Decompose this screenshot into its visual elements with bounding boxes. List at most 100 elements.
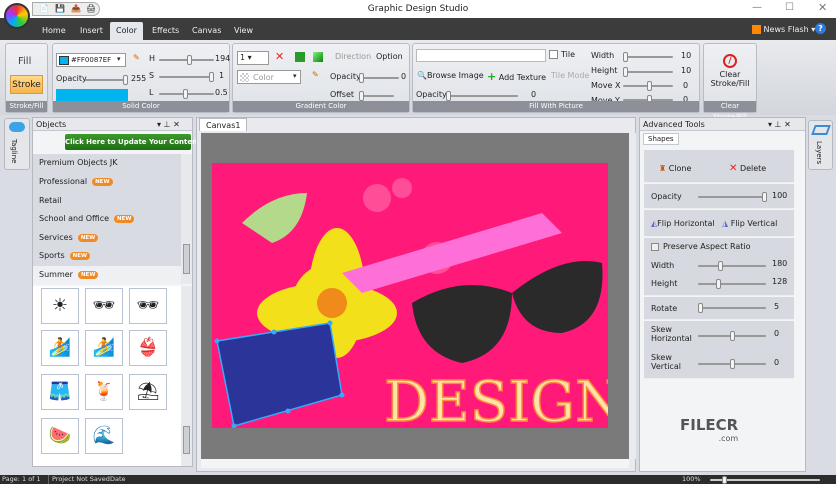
panel-controls[interactable]: ▾ ⊥ ✕ (157, 118, 180, 131)
skew-horizontal-slider[interactable] (698, 331, 766, 341)
vertical-scrollbar[interactable] (629, 133, 636, 459)
news-flash-button[interactable]: News Flash ▾ (752, 25, 815, 34)
new-badge: NEW (77, 233, 99, 242)
flip-horizontal-button[interactable]: ◭Flip Horizontal (651, 219, 715, 228)
thumbnail[interactable]: 🕶 (129, 288, 167, 324)
tile-mode-button[interactable]: Tile Mode (551, 71, 589, 80)
picture-height-slider[interactable] (623, 67, 673, 77)
color-swatch (59, 56, 69, 65)
tab-view[interactable]: View (228, 22, 259, 40)
gradient-stops-select[interactable]: 1 ▾ (237, 51, 269, 65)
tab-effects[interactable]: Effects (146, 22, 185, 40)
clear-stroke-fill-button[interactable]: / Clear Stroke/Fill (704, 54, 756, 88)
flip-vertical-button[interactable]: ◮ Flip Vertical (722, 219, 777, 228)
picture-opacity-slider[interactable] (446, 91, 518, 101)
lightness-slider[interactable] (159, 89, 214, 99)
add-texture-button[interactable]: + Add Texture (487, 70, 546, 83)
tagline-tab[interactable]: Tagline (4, 118, 30, 170)
tab-canvas[interactable]: Canvas (186, 22, 227, 40)
tab-home[interactable]: Home (36, 22, 72, 40)
gradient-icon[interactable] (313, 52, 323, 62)
list-item[interactable]: Retail (39, 196, 62, 205)
thumbnail[interactable]: 🏄 (85, 330, 123, 366)
tab-insert[interactable]: Insert (74, 22, 109, 40)
delete-stop-icon[interactable]: ✕ (275, 50, 284, 63)
list-item[interactable]: Sports NEW (39, 251, 91, 260)
speech-bubbles-icon (9, 122, 25, 132)
tile-checkbox[interactable] (549, 50, 558, 59)
eyedropper-icon[interactable]: ✎ (133, 53, 140, 62)
clone-button[interactable]: ♜ Clone (659, 164, 691, 173)
thumbnail[interactable]: 🍉 (41, 418, 79, 454)
list-item[interactable]: Services NEW (39, 233, 99, 242)
rss-icon (752, 25, 761, 34)
window-title: Graphic Design Studio (367, 4, 469, 14)
picture-opacity-value: 0 (531, 90, 537, 99)
group-label: Solid Color (53, 101, 229, 112)
thumbnail[interactable]: 🕶 (85, 288, 123, 324)
move-x-value: 0 (683, 81, 689, 90)
help-icon[interactable]: ? (815, 23, 826, 34)
delete-button[interactable]: ✕ Delete (729, 163, 766, 174)
color-select[interactable]: #FF0087EF ▾ (56, 53, 126, 67)
width-slider[interactable] (698, 261, 766, 271)
skew-vertical-slider[interactable] (698, 359, 766, 369)
thumbnail[interactable]: 🌊 (85, 418, 123, 454)
thumbnail[interactable]: 🏄 (41, 330, 79, 366)
thumbnail[interactable]: 🍹 (85, 374, 123, 410)
thumbnail[interactable]: 🩳 (41, 374, 79, 410)
eyedropper-icon[interactable]: ✎ (312, 70, 319, 79)
thumbnail[interactable]: ☀ (41, 288, 79, 324)
saturation-slider[interactable] (159, 72, 214, 82)
list-item[interactable]: Professional NEW (39, 177, 113, 186)
design-text: DESIGN (384, 370, 608, 428)
picture-width-slider[interactable] (623, 52, 673, 62)
thumbnail[interactable]: ⛱ (129, 374, 167, 410)
thumbnail[interactable]: 👙 (129, 330, 167, 366)
thumbnail-scrollbar[interactable] (181, 286, 192, 466)
panel-controls[interactable]: ▾ ⊥ ✕ (768, 118, 791, 131)
close-button[interactable]: ✕ (818, 1, 827, 14)
category-scrollbar[interactable] (181, 154, 192, 284)
stroke-button[interactable]: Stroke (10, 75, 43, 94)
maximize-button[interactable]: ☐ (785, 2, 794, 13)
zoom-level: 100% (682, 475, 701, 483)
new-badge: NEW (92, 177, 113, 186)
group-label: Gradient Color (233, 101, 409, 112)
option-button[interactable]: Option (376, 52, 403, 61)
shape-opacity-slider[interactable] (698, 192, 767, 202)
opacity-slider[interactable] (85, 75, 128, 85)
minimize-button[interactable]: — (752, 2, 762, 13)
list-item-selected[interactable]: Summer NEW (33, 266, 181, 284)
height-slider[interactable] (698, 279, 766, 289)
layers-label: Layers (815, 141, 823, 165)
offset-slider[interactable] (359, 91, 394, 101)
rotate-slider[interactable] (698, 303, 766, 313)
no-entry-icon: / (723, 54, 737, 68)
browse-image-button[interactable]: 🔍Browse Image (417, 71, 484, 80)
app-menu-orb[interactable] (4, 3, 30, 29)
fill-button[interactable]: Fill (18, 56, 31, 67)
preserve-aspect-label: Preserve Aspect Ratio (663, 242, 751, 251)
add-stop-icon[interactable] (295, 52, 305, 62)
direction-button[interactable]: Direction (335, 52, 371, 61)
image-path-input[interactable] (416, 49, 546, 62)
ribbon: Fill Stroke Stroke/Fill #FF0087EF ▾ ✎ Op… (0, 40, 836, 121)
hue-slider[interactable] (159, 55, 214, 65)
new-badge: NEW (114, 214, 135, 223)
opacity-value: 255 (131, 74, 147, 83)
design-artwork[interactable]: DESIGN (212, 163, 608, 428)
zoom-slider[interactable] (710, 476, 820, 484)
update-content-button[interactable]: Click Here to Update Your Content (65, 134, 200, 150)
tab-shapes[interactable]: Shapes (643, 133, 679, 145)
gradient-opacity-slider[interactable] (359, 73, 399, 83)
list-item[interactable]: School and Office NEW (39, 214, 135, 223)
list-item[interactable]: Premium Objects JK (39, 158, 118, 167)
move-x-slider[interactable] (623, 81, 673, 91)
canvas-tab[interactable]: Canvas1 (199, 118, 248, 131)
gradient-color-select[interactable]: Color ▾ (237, 70, 301, 84)
layers-tab[interactable]: Layers (808, 120, 833, 170)
horizontal-scrollbar[interactable] (201, 459, 629, 468)
tab-color[interactable]: Color (110, 22, 143, 40)
preserve-aspect-checkbox[interactable] (651, 243, 659, 251)
